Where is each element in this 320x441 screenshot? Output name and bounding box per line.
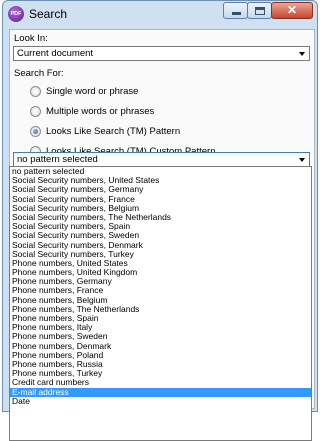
look-in-select[interactable]: Current document [13,46,310,61]
dropdown-option[interactable]: Date [10,396,311,406]
radio-single-word[interactable]: Single word or phrase [30,85,138,98]
look-in-value: Current document [17,48,94,59]
minimize-button[interactable] [223,2,248,19]
window-controls: ✕ [223,2,313,19]
pattern-select[interactable]: no pattern selected [13,152,310,167]
radio-label: Multiple words or phrases [46,106,155,117]
radio-button-checked[interactable] [30,126,41,137]
title-bar[interactable]: PDF Search ✕ [3,1,317,27]
chevron-down-icon [299,52,305,56]
close-button[interactable]: ✕ [271,2,313,19]
chevron-down-icon [299,158,305,162]
dropdown-option[interactable]: E-mail address [10,387,311,397]
maximize-icon [255,7,265,15]
pattern-value: no pattern selected [17,154,98,165]
look-in-label: Look In: [14,33,48,44]
maximize-button[interactable] [247,2,272,19]
close-icon: ✕ [286,3,298,17]
radio-label: Looks Like Search (TM) Pattern [46,126,181,137]
pdf-app-icon: PDF [8,6,24,22]
window-title: Search [29,7,68,21]
search-for-label: Search For: [14,68,64,79]
dropdown-options: no pattern selected Social Security numbe… [10,167,311,406]
radio-multiple-words[interactable]: Multiple words or phrases [30,105,154,118]
radio-button[interactable] [30,86,41,97]
radio-button[interactable] [30,106,41,117]
radio-pattern[interactable]: Looks Like Search (TM) Pattern [30,125,180,138]
pattern-dropdown-list[interactable]: no pattern selected Social Security numbe… [9,166,312,441]
radio-label: Single word or phrase [46,86,139,97]
minimize-icon [232,12,241,15]
